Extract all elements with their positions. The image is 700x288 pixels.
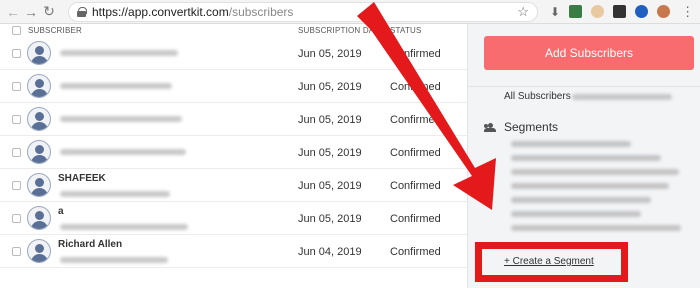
subscription-date: Jun 05, 2019 [298, 81, 362, 93]
browser-menu-icon[interactable]: ⋮ [681, 4, 694, 20]
redacted-segment [511, 225, 681, 231]
forward-icon[interactable]: → [22, 3, 40, 21]
extensions-bar: ⬇ ⋮ [550, 4, 694, 20]
status-text: Confirmed [390, 246, 441, 258]
column-header-status[interactable]: STATUS [390, 26, 422, 35]
row-checkbox[interactable] [12, 247, 21, 256]
subscriber-name: SHAFEEK [58, 173, 106, 184]
redacted-email [60, 116, 182, 122]
row-checkbox[interactable] [12, 49, 21, 58]
subscription-date: Jun 04, 2019 [298, 246, 362, 258]
redacted-email [60, 257, 168, 263]
subscription-date: Jun 05, 2019 [298, 147, 362, 159]
table-row[interactable]: Richard Allen Jun 04, 2019 Confirmed [0, 235, 467, 268]
add-subscribers-button[interactable]: Add Subscribers [484, 36, 694, 70]
lock-icon [77, 6, 87, 17]
table-row[interactable]: Jun 05, 2019 Confirmed [0, 103, 467, 136]
redacted-email [60, 224, 188, 230]
redacted-segment [511, 169, 679, 175]
redacted-segment [511, 155, 661, 161]
redacted-email [60, 50, 178, 56]
segments-heading: Segments [484, 120, 558, 134]
row-checkbox[interactable] [12, 181, 21, 190]
profile-avatar-icon[interactable] [657, 5, 671, 18]
blue-ext-icon[interactable] [635, 5, 649, 18]
status-text: Confirmed [390, 213, 441, 225]
avatar [27, 41, 51, 65]
table-row[interactable]: Jun 05, 2019 Confirmed [0, 37, 467, 70]
table-row[interactable]: Jun 05, 2019 Confirmed [0, 70, 467, 103]
redacted-segment [511, 211, 641, 217]
url-host: https://app.convertkit.com [92, 4, 229, 19]
redacted-email [60, 149, 186, 155]
subscription-date: Jun 05, 2019 [298, 48, 362, 60]
redacted-count [572, 94, 672, 100]
people-icon [484, 122, 496, 132]
green-ext-icon[interactable] [569, 5, 583, 18]
row-checkbox[interactable] [12, 214, 21, 223]
avatar [27, 173, 51, 197]
redacted-segment [511, 197, 651, 203]
avatar [27, 206, 51, 230]
subscriber-list: Jun 05, 2019 Confirmed Jun 05, 2019 Conf… [0, 37, 467, 268]
subscriber-name: a [58, 206, 64, 217]
table-row[interactable]: Jun 05, 2019 Confirmed [0, 136, 467, 169]
redacted-segment [511, 141, 631, 147]
avatar [27, 140, 51, 164]
redacted-email [60, 83, 172, 89]
address-bar[interactable]: https://app.convertkit.com/subscribers ☆ [68, 1, 538, 22]
select-all-checkbox[interactable] [12, 26, 21, 35]
status-text: Confirmed [390, 180, 441, 192]
table-row[interactable]: a Jun 05, 2019 Confirmed [0, 202, 467, 235]
divider [468, 86, 700, 87]
url-path: /subscribers [228, 4, 294, 19]
dog-ext-icon[interactable] [591, 5, 605, 18]
browser-toolbar: ← → ↻ https://app.convertkit.com/subscri… [0, 0, 700, 24]
avatar [27, 239, 51, 263]
status-text: Confirmed [390, 114, 441, 126]
status-text: Confirmed [390, 48, 441, 60]
subscription-date: Jun 05, 2019 [298, 114, 362, 126]
subscription-date: Jun 05, 2019 [298, 180, 362, 192]
row-checkbox[interactable] [12, 115, 21, 124]
reload-icon[interactable]: ↻ [40, 3, 58, 21]
redacted-email [60, 191, 170, 197]
subscriber-name: Richard Allen [58, 239, 123, 250]
status-text: Confirmed [390, 81, 441, 93]
bookmark-star-icon[interactable]: ☆ [517, 4, 529, 20]
highlight-box [475, 242, 628, 282]
status-text: Confirmed [390, 147, 441, 159]
column-header-subscriber[interactable]: SUBSCRIBER [28, 26, 82, 35]
redacted-segment [511, 183, 669, 189]
column-header-subscription-date[interactable]: SUBSCRIPTION DA [298, 26, 374, 35]
download-icon[interactable]: ⬇ [550, 5, 560, 19]
table-row[interactable]: SHAFEEK Jun 05, 2019 Confirmed [0, 169, 467, 202]
back-icon[interactable]: ← [4, 3, 22, 21]
avatar [27, 74, 51, 98]
subscription-date: Jun 05, 2019 [298, 213, 362, 225]
row-checkbox[interactable] [12, 82, 21, 91]
avatar [27, 107, 51, 131]
dark-ext-icon[interactable] [613, 5, 627, 18]
page: ← → ↻ https://app.convertkit.com/subscri… [0, 0, 700, 288]
segments-title: Segments [504, 120, 559, 134]
row-checkbox[interactable] [12, 148, 21, 157]
all-subscribers-link[interactable]: All Subscribers [504, 91, 571, 102]
table-header: SUBSCRIBER SUBSCRIPTION DA STATUS [0, 24, 467, 37]
